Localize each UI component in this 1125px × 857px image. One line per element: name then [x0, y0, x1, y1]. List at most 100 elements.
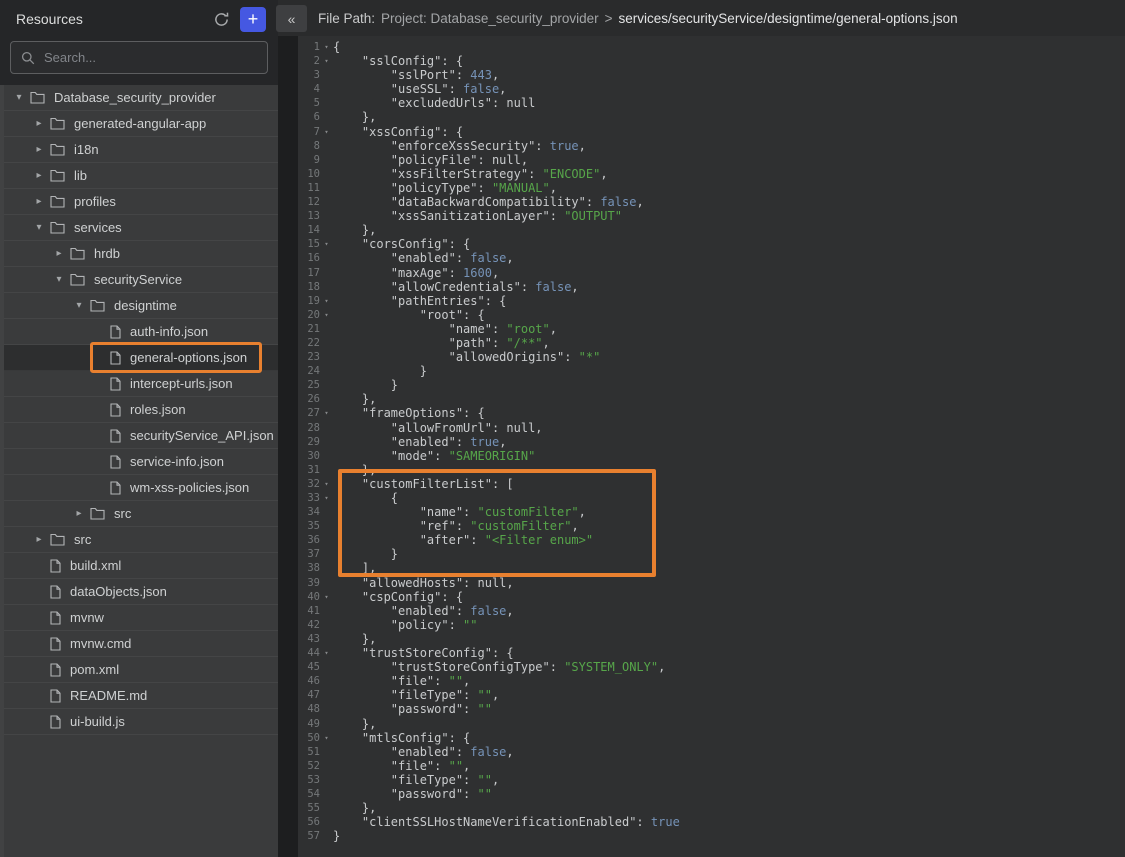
- refresh-button[interactable]: [210, 8, 232, 30]
- line-number: 21: [298, 322, 320, 336]
- tree-item-label: README.md: [70, 688, 147, 703]
- add-resource-button[interactable]: +: [240, 7, 266, 32]
- code-line-2: 2▾ "sslConfig": {: [298, 54, 1125, 68]
- code-text: "enabled": false,: [333, 251, 514, 265]
- code-line-6: 6 },: [298, 110, 1125, 124]
- tree-item-label: pom.xml: [70, 662, 119, 677]
- code-line-22: 22 "path": "/**",: [298, 336, 1125, 350]
- tree-item-build.xml[interactable]: build.xml: [4, 553, 278, 579]
- fold-arrow-icon[interactable]: ▾: [320, 237, 333, 251]
- folder-icon: [90, 507, 105, 520]
- code-text: "file": "",: [333, 674, 470, 688]
- fold-arrow-icon[interactable]: ▾: [320, 491, 333, 505]
- file-icon: [110, 429, 121, 443]
- fold-gutter-spacer: [320, 773, 333, 787]
- tree-item-generated-angular-app[interactable]: ▸ generated-angular-app: [4, 111, 278, 137]
- folder-icon: [30, 91, 45, 104]
- file-icon: [110, 403, 121, 417]
- code-text: "policy": "": [333, 618, 478, 632]
- project-breadcrumb: Project: Database_security_provider: [381, 11, 599, 26]
- fold-arrow-icon[interactable]: ▾: [320, 646, 333, 660]
- fold-arrow-icon[interactable]: ▾: [320, 406, 333, 420]
- tree-item-dataObjects.json[interactable]: dataObjects.json: [4, 579, 278, 605]
- chevron-right-icon[interactable]: ▸: [32, 534, 46, 545]
- chevron-right-icon[interactable]: ▸: [32, 144, 46, 155]
- code-text: "policyFile": null,: [333, 153, 528, 167]
- collapse-sidebar-button[interactable]: «: [276, 5, 307, 32]
- tree-item-pom.xml[interactable]: pom.xml: [4, 657, 278, 683]
- fold-arrow-icon[interactable]: ▾: [320, 477, 333, 491]
- fold-arrow-icon[interactable]: ▾: [320, 54, 333, 68]
- tree-item-designtime[interactable]: ▾designtime: [4, 293, 278, 319]
- code-text: "maxAge": 1600,: [333, 266, 499, 280]
- code-text: "fileType": "",: [333, 773, 499, 787]
- chevron-down-icon[interactable]: ▾: [52, 274, 66, 285]
- tree-item-services[interactable]: ▾services: [4, 215, 278, 241]
- line-number: 28: [298, 421, 320, 435]
- code-text: "name": "root",: [333, 322, 557, 336]
- tree-item-securityService[interactable]: ▾ securityService: [4, 267, 278, 293]
- tree-item-intercept-urls.json[interactable]: intercept-urls.json: [4, 371, 278, 397]
- line-number: 50: [298, 731, 320, 745]
- chevron-right-icon[interactable]: ▸: [72, 508, 86, 519]
- fold-arrow-icon[interactable]: ▾: [320, 590, 333, 604]
- fold-arrow-icon[interactable]: ▾: [320, 308, 333, 322]
- code-text: "enabled": false,: [333, 745, 514, 759]
- code-line-7: 7▾ "xssConfig": {: [298, 125, 1125, 139]
- tree-item-src[interactable]: ▸src: [4, 527, 278, 553]
- chevron-down-icon[interactable]: ▾: [12, 92, 26, 103]
- tree-item-service-info.json[interactable]: service-info.json: [4, 449, 278, 475]
- tree-item-label: securityService: [94, 272, 182, 287]
- code-line-36: 36 "after": "<Filter enum>": [298, 533, 1125, 547]
- code-line-32: 32▾ "customFilterList": [: [298, 477, 1125, 491]
- search-icon: [21, 51, 35, 65]
- code-text: "pathEntries": {: [333, 294, 506, 308]
- tree-item-label: generated-angular-app: [74, 116, 206, 131]
- fold-gutter-spacer: [320, 561, 333, 575]
- tree-item-README.md[interactable]: README.md: [4, 683, 278, 709]
- tree-item-src[interactable]: ▸src: [4, 501, 278, 527]
- folder-icon: [90, 299, 105, 312]
- fold-gutter-spacer: [320, 688, 333, 702]
- tree-item-mvnw.cmd[interactable]: mvnw.cmd: [4, 631, 278, 657]
- code-line-16: 16 "enabled": false,: [298, 251, 1125, 265]
- tree-item-mvnw[interactable]: mvnw: [4, 605, 278, 631]
- code-line-35: 35 "ref": "customFilter",: [298, 519, 1125, 533]
- chevron-down-icon[interactable]: ▾: [32, 222, 46, 233]
- tree-item-auth-info.json[interactable]: auth-info.json: [4, 319, 278, 345]
- file-icon: [50, 689, 61, 703]
- chevron-right-icon[interactable]: ▸: [52, 248, 66, 259]
- chevron-right-icon[interactable]: ▸: [32, 196, 46, 207]
- fold-arrow-icon[interactable]: ▾: [320, 125, 333, 139]
- tree-item-general-options.json[interactable]: general-options.json: [4, 345, 278, 371]
- line-number: 42: [298, 618, 320, 632]
- line-number: 8: [298, 139, 320, 153]
- line-number: 3: [298, 68, 320, 82]
- code-line-54: 54 "password": "": [298, 787, 1125, 801]
- code-editor[interactable]: 1▾{2▾ "sslConfig": {3 "sslPort": 443,4 "…: [298, 36, 1125, 857]
- tree-item-roles.json[interactable]: roles.json: [4, 397, 278, 423]
- fold-arrow-icon[interactable]: ▾: [320, 731, 333, 745]
- code-line-23: 23 "allowedOrigins": "*": [298, 350, 1125, 364]
- fold-gutter-spacer: [320, 576, 333, 590]
- tree-item-ui-build.js[interactable]: ui-build.js: [4, 709, 278, 735]
- tree-item-Database_security_provider[interactable]: ▾Database_security_provider: [4, 85, 278, 111]
- tree-item-wm-xss-policies.json[interactable]: wm-xss-policies.json: [4, 475, 278, 501]
- file-icon: [50, 637, 61, 651]
- tree-item-i18n[interactable]: ▸i18n: [4, 137, 278, 163]
- fold-arrow-icon[interactable]: ▾: [320, 40, 333, 54]
- code-line-15: 15▾ "corsConfig": {: [298, 237, 1125, 251]
- tree-item-profiles[interactable]: ▸profiles: [4, 189, 278, 215]
- line-number: 34: [298, 505, 320, 519]
- tree-item-hrdb[interactable]: ▸hrdb: [4, 241, 278, 267]
- search-input[interactable]: [44, 50, 257, 65]
- chevron-right-icon[interactable]: ▸: [32, 118, 46, 129]
- chevron-right-icon[interactable]: ▸: [32, 170, 46, 181]
- tree-item-lib[interactable]: ▸lib: [4, 163, 278, 189]
- line-number: 2: [298, 54, 320, 68]
- tree-item-securityService_API.json[interactable]: securityService_API.json: [4, 423, 278, 449]
- fold-arrow-icon[interactable]: ▾: [320, 294, 333, 308]
- code-line-17: 17 "maxAge": 1600,: [298, 266, 1125, 280]
- code-text: "after": "<Filter enum>": [333, 533, 593, 547]
- chevron-down-icon[interactable]: ▾: [72, 300, 86, 311]
